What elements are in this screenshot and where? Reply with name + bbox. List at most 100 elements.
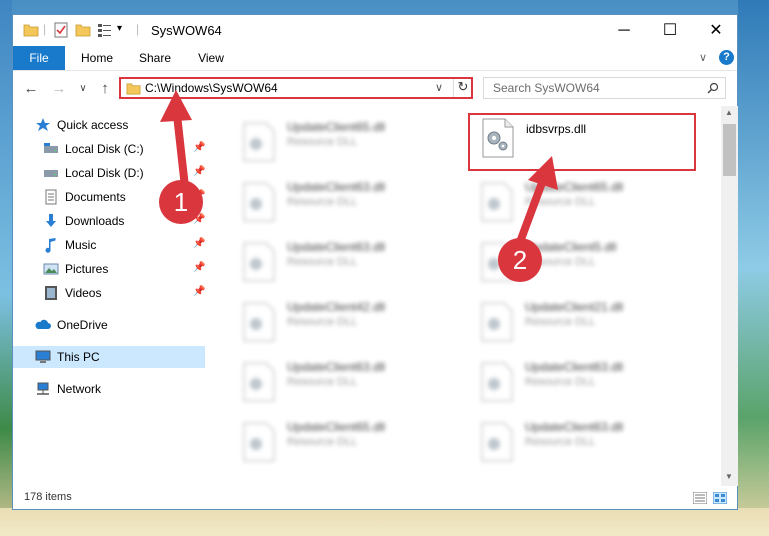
ribbon-expand-button[interactable]: ∨ [699, 51, 707, 64]
sidebar-item-label: Pictures [65, 262, 109, 276]
file-type: Resource DLL [287, 316, 358, 328]
forward-button[interactable]: → [49, 79, 69, 99]
sidebar-item-label: Downloads [65, 214, 125, 228]
sidebar-item-label: Documents [65, 190, 126, 204]
properties-icon[interactable] [53, 22, 69, 38]
address-dropdown-button[interactable]: ∨ [435, 81, 443, 94]
file-name: UpdateClient65.dll [287, 120, 386, 134]
back-button[interactable]: ← [21, 79, 41, 99]
desktop-background-bottom [0, 508, 769, 536]
file-type: Resource DLL [525, 376, 596, 388]
new-folder-icon[interactable] [75, 22, 91, 38]
drive-icon [44, 170, 58, 177]
cloud-icon [35, 319, 51, 329]
dll-file-icon [481, 302, 513, 342]
pin-icon: 📌 [193, 286, 206, 297]
file-name: UpdateClient63.dll [287, 360, 386, 374]
sidebar-item-label: Local Disk (D:) [65, 166, 144, 180]
sidebar-item-videos[interactable]: Videos 📌 [13, 282, 205, 304]
step-badge-1: 1 [159, 180, 203, 224]
dll-file-icon [243, 122, 275, 162]
computer-icon [35, 350, 51, 363]
file-type: Resource DLL [287, 376, 358, 388]
sidebar-item-label: Videos [65, 286, 102, 300]
recent-locations-button[interactable]: ∨ [73, 79, 93, 99]
sidebar-item-this-pc[interactable]: This PC [13, 346, 205, 368]
sidebar-item-onedrive[interactable]: OneDrive [13, 314, 205, 336]
dll-file-icon [243, 242, 275, 282]
file-explorer-window: | ▾ | SysWOW64 ─ ☐ ✕ File Home Share Vie… [12, 14, 738, 510]
file-item[interactable]: UpdateClient42.dll Resource DLL [234, 296, 454, 352]
star-icon [36, 118, 50, 131]
customize-toolbar-icon[interactable] [97, 22, 113, 38]
window-title: SysWOW64 [151, 23, 222, 38]
tab-file[interactable]: File [13, 46, 65, 70]
file-item[interactable]: UpdateClient65.dll Resource DLL [234, 116, 454, 172]
dll-file-icon [481, 362, 513, 402]
status-bar: 178 items [13, 487, 737, 509]
navigation-bar: ← → ∨ ↑ C:\Windows\SysWOW64 ∨ ↻ Search S… [13, 71, 737, 106]
file-item[interactable]: UpdateClient63.dll Resource DLL [234, 176, 454, 232]
pin-icon: 📌 [193, 238, 206, 249]
vertical-scrollbar[interactable]: ▲ ▼ [721, 106, 738, 486]
file-type: Resource DLL [287, 256, 358, 268]
scroll-down-icon[interactable]: ▼ [725, 472, 733, 481]
sidebar-item-label: This PC [57, 350, 100, 364]
dll-file-icon [243, 362, 275, 402]
tab-view[interactable]: View [185, 46, 237, 70]
file-name: UpdateClient42.dll [287, 300, 386, 314]
maximize-button[interactable]: ☐ [647, 15, 693, 46]
file-name: UpdateClient63.dll [525, 420, 624, 434]
sidebar-item-label: Network [57, 382, 102, 396]
dll-file-icon [243, 182, 275, 222]
separator: | [43, 22, 47, 36]
dll-file-icon [481, 422, 513, 462]
tiles-view-icon[interactable] [713, 492, 727, 504]
documents-icon [45, 189, 57, 205]
sidebar-item-network[interactable]: Network [13, 378, 205, 400]
file-name: UpdateClient63.dll [525, 360, 624, 374]
file-item[interactable]: UpdateClient63.dll Resource DLL [472, 416, 692, 472]
item-count: 178 items [24, 491, 72, 503]
scrollbar-thumb[interactable] [723, 124, 736, 176]
title-bar: | ▾ | SysWOW64 ─ ☐ ✕ [13, 15, 737, 46]
search-icon[interactable] [707, 82, 719, 94]
sidebar-item-pictures[interactable]: Pictures 📌 [13, 258, 205, 280]
dll-file-icon [243, 422, 275, 462]
folder-icon[interactable] [23, 22, 39, 38]
file-type: Resource DLL [525, 316, 596, 328]
close-button[interactable]: ✕ [693, 15, 739, 46]
drive-icon [44, 143, 58, 153]
refresh-button[interactable]: ↻ [453, 79, 472, 97]
file-item[interactable]: UpdateClient65.dll Resource DLL [234, 416, 454, 472]
file-name: UpdateClient65.dll [287, 420, 386, 434]
file-name: UpdateClient21.dll [525, 300, 624, 314]
tab-home[interactable]: Home [71, 46, 123, 70]
help-button[interactable]: ? [719, 50, 734, 65]
file-item[interactable]: UpdateClient63.dll Resource DLL [234, 236, 454, 292]
dll-file-icon [243, 302, 275, 342]
ribbon-tabs: File Home Share View ∨ ? [13, 46, 737, 71]
file-type: Resource DLL [525, 436, 596, 448]
search-box[interactable]: Search SysWOW64 [483, 77, 726, 99]
details-view-icon[interactable] [693, 492, 707, 504]
folder-icon [126, 83, 141, 95]
file-type: Resource DLL [287, 136, 358, 148]
file-item[interactable]: UpdateClient63.dll Resource DLL [234, 356, 454, 412]
network-icon [37, 382, 49, 395]
sidebar-item-label: OneDrive [57, 318, 108, 332]
desktop-background-left [0, 0, 12, 536]
minimize-button[interactable]: ─ [601, 15, 647, 46]
download-icon [46, 214, 56, 227]
videos-icon [45, 286, 57, 300]
up-button[interactable]: ↑ [95, 79, 115, 99]
file-item[interactable]: UpdateClient63.dll Resource DLL [472, 356, 692, 412]
search-input[interactable]: Search SysWOW64 [493, 81, 600, 95]
toolbar-dropdown-icon[interactable]: ▾ [117, 23, 122, 34]
desktop-background-right [738, 0, 769, 536]
sidebar-item-label: Music [65, 238, 97, 252]
tab-share[interactable]: Share [129, 46, 181, 70]
file-item[interactable]: UpdateClient21.dll Resource DLL [472, 296, 692, 352]
sidebar-item-label: Local Disk (C:) [65, 142, 144, 156]
scroll-up-icon[interactable]: ▲ [725, 108, 733, 117]
